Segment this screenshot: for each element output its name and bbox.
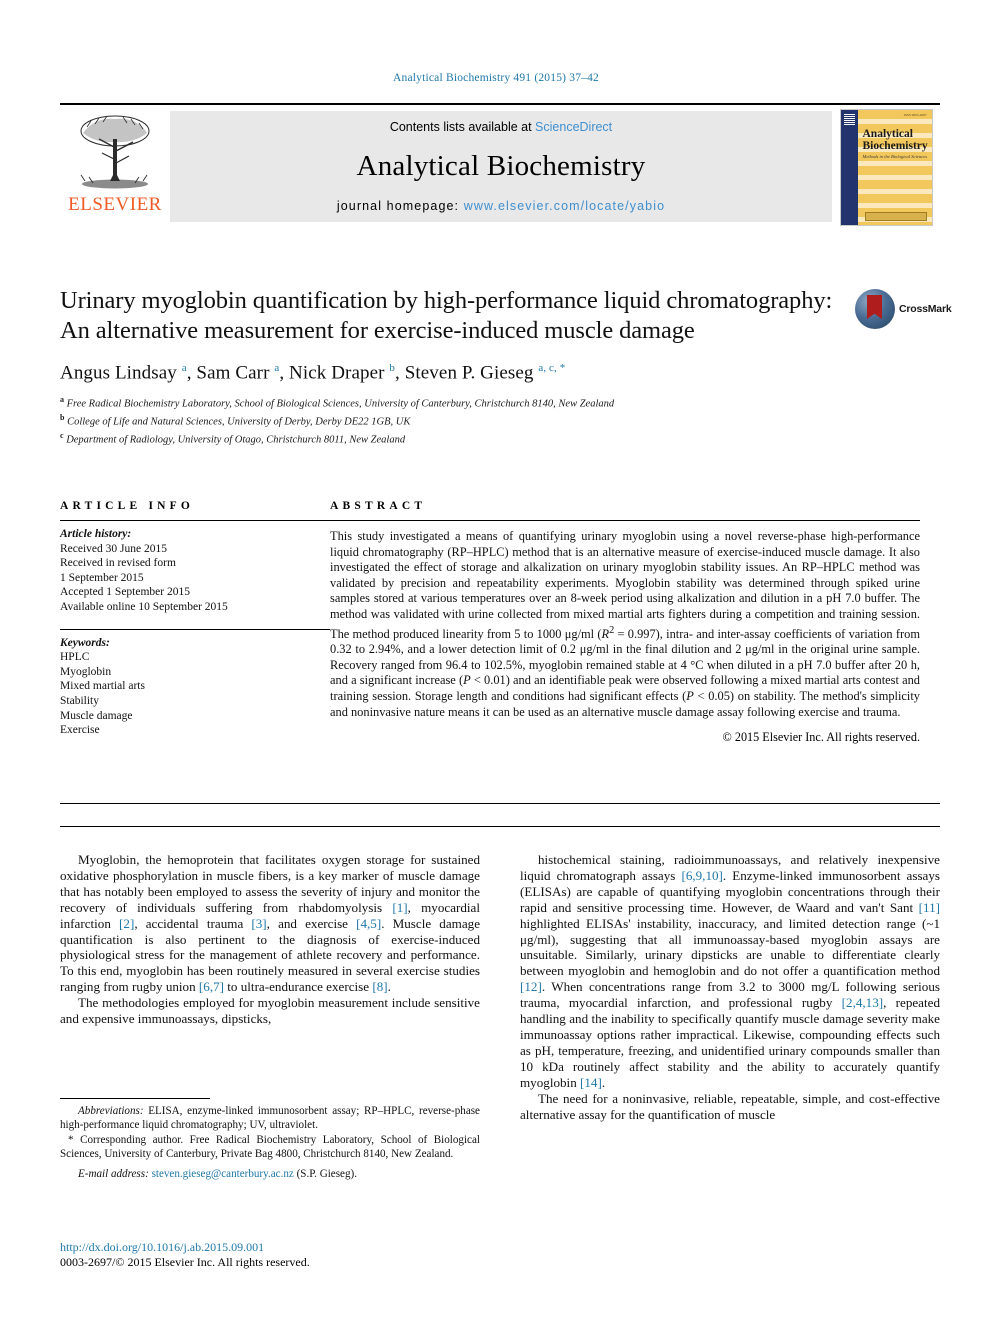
keywords-block: Keywords: HPLC Myoglobin Mixed martial a… [60,628,330,738]
citation-ref[interactable]: [6,7] [199,979,224,994]
citation-ref[interactable]: [8] [372,979,387,994]
abstract-bottom-rule-thin [60,826,940,827]
homepage-url-link[interactable]: www.elsevier.com/locate/yabio [464,199,665,213]
abstract-text: This study investigated a means of quant… [330,529,920,719]
journal-homepage-line: journal homepage: www.elsevier.com/locat… [337,199,665,213]
cover-top-note: ISSN 0003-2697 [903,113,927,117]
citation-ref[interactable]: [3] [251,916,266,931]
journal-masthead: ELSEVIER Contents lists available at Sci… [60,103,940,230]
page-title: Urinary myoglobin quantification by high… [60,287,833,344]
affiliation-text: Department of Radiology, University of O… [66,434,406,446]
keywords-label: Keywords: [60,636,110,649]
footnote-block: Abbreviations: ELISA, enzyme-linked immu… [60,1098,480,1182]
history-item: Available online 10 September 2015 [60,600,228,613]
email-label: E-mail address: [78,1168,149,1181]
abstract-bottom-rule [60,803,940,804]
info-abstract-row: ARTICLE INFO Article history: Received 3… [60,500,940,745]
sciencedirect-link[interactable]: ScienceDirect [535,120,612,134]
cover-spine [840,110,858,225]
article-info-heading: ARTICLE INFO [60,500,195,512]
history-item: Received 30 June 2015 [60,542,167,555]
history-item: 1 September 2015 [60,571,144,584]
journal-title: Analytical Biochemistry [356,150,646,182]
abbreviations-label: Abbreviations: [78,1105,144,1117]
citation-ref[interactable]: [11] [919,900,940,915]
affiliation-item: b College of Life and Natural Sciences, … [60,411,850,429]
journal-cover-thumb: ISSN 0003-2697 Analytical Biochemistry M… [832,105,940,230]
author-list: Angus Lindsay a, Sam Carr a, Nick Draper… [60,362,566,384]
paper-page: Analytical Biochemistry 491 (2015) 37–42 [0,0,992,1323]
body-columns: Myoglobin, the hemoprotein that facilita… [60,852,940,1122]
affiliation-item: a Free Radical Biochemistry Laboratory, … [60,393,850,411]
abbreviations-note: Abbreviations: ELISA, enzyme-linked immu… [60,1105,480,1132]
footer-block: http://dx.doi.org/10.1016/j.ab.2015.09.0… [60,1240,490,1270]
citation-ref[interactable]: [2] [119,916,134,931]
elsevier-logo: ELSEVIER [60,105,170,230]
article-history: Article history: Received 30 June 2015 R… [60,521,330,615]
running-head: Analytical Biochemistry 491 (2015) 37–42 [392,72,600,84]
keyword-item: Mixed martial arts [60,680,145,693]
keyword-item: Muscle damage [60,709,133,722]
body-paragraph: The need for a noninvasive, reliable, re… [520,1090,940,1122]
crossmark-icon [855,289,895,329]
email-link[interactable]: steven.gieseg@canterbury.ac.nz [152,1168,294,1180]
email-note: E-mail address: steven.gieseg@canterbury… [60,1168,480,1182]
body-column-right: histochemical staining, radioimmunoassay… [520,852,940,1122]
crossmark-label: CrossMark [899,303,952,315]
citation-ref[interactable]: [1] [392,900,407,915]
contents-prefix: Contents lists available at [389,120,536,134]
masthead-center: Contents lists available at ScienceDirec… [170,111,832,222]
cover-title-line2: Biochemistry [862,140,928,152]
history-item: Accepted 1 September 2015 [60,586,190,599]
article-history-label: Article history: [60,528,132,540]
body-paragraph: Myoglobin, the hemoprotein that facilita… [60,852,481,995]
cover-bottom-band [864,212,927,221]
keyword-item: HPLC [60,651,90,664]
footnote-rule [60,1098,210,1099]
article-info-column: ARTICLE INFO Article history: Received 3… [60,500,330,745]
keyword-item: Myoglobin [60,665,112,678]
abstract-heading: ABSTRACT [330,500,427,512]
abstract-copyright: © 2015 Elsevier Inc. All rights reserved… [722,730,920,745]
issn-copyright: 0003-2697/© 2015 Elsevier Inc. All right… [60,1255,310,1269]
doi-link[interactable]: http://dx.doi.org/10.1016/j.ab.2015.09.0… [60,1240,490,1255]
affiliation-item: c Department of Radiology, University of… [60,429,850,447]
affiliation-list: a Free Radical Biochemistry Laboratory, … [60,393,850,446]
citation-ref[interactable]: [14] [580,1075,602,1090]
keyword-item: Exercise [60,724,100,737]
affiliation-mark: b [60,413,65,423]
affiliation-mark: c [60,430,64,440]
citation-ref[interactable]: [12] [520,979,542,994]
contents-available-line: Contents lists available at ScienceDirec… [390,120,612,134]
email-owner: (S.P. Gieseg). [293,1168,357,1181]
body-paragraph: histochemical staining, radioimmunoassay… [520,852,941,1090]
citation-ref[interactable]: [4,5] [356,916,381,931]
homepage-prefix: journal homepage: [336,199,464,213]
keyword-item: Stability [60,694,99,707]
cover-title: Analytical Biochemistry [863,128,928,152]
citation-ref[interactable]: [6,9,10] [681,868,722,883]
cover-title-line1: Analytical [862,128,913,140]
title-block: Urinary myoglobin quantification by high… [60,286,850,446]
elsevier-wordmark: ELSEVIER [68,194,162,215]
elsevier-tree-icon [80,115,150,189]
cover-image: ISSN 0003-2697 Analytical Biochemistry M… [839,109,933,226]
cover-subtitle: Methods in the Biological Sciences [862,154,928,159]
corresponding-author-note: * Corresponding author. Free Radical Bio… [60,1134,480,1160]
affiliation-text: Free Radical Biochemistry Laboratory, Sc… [66,398,615,410]
history-item: Received in revised form [60,557,176,570]
abstract-column: ABSTRACT This study investigated a means… [330,500,920,745]
crossmark-badge[interactable]: CrossMark [855,287,952,331]
body-column-left: Myoglobin, the hemoprotein that facilita… [60,852,480,1122]
citation-ref[interactable]: [2,4,13] [842,995,883,1010]
affiliation-mark: a [60,395,64,405]
body-paragraph: The methodologies employed for myoglobin… [60,995,480,1027]
cover-elsevier-mark-icon [843,114,855,126]
affiliation-text: College of Life and Natural Sciences, Un… [67,416,411,428]
